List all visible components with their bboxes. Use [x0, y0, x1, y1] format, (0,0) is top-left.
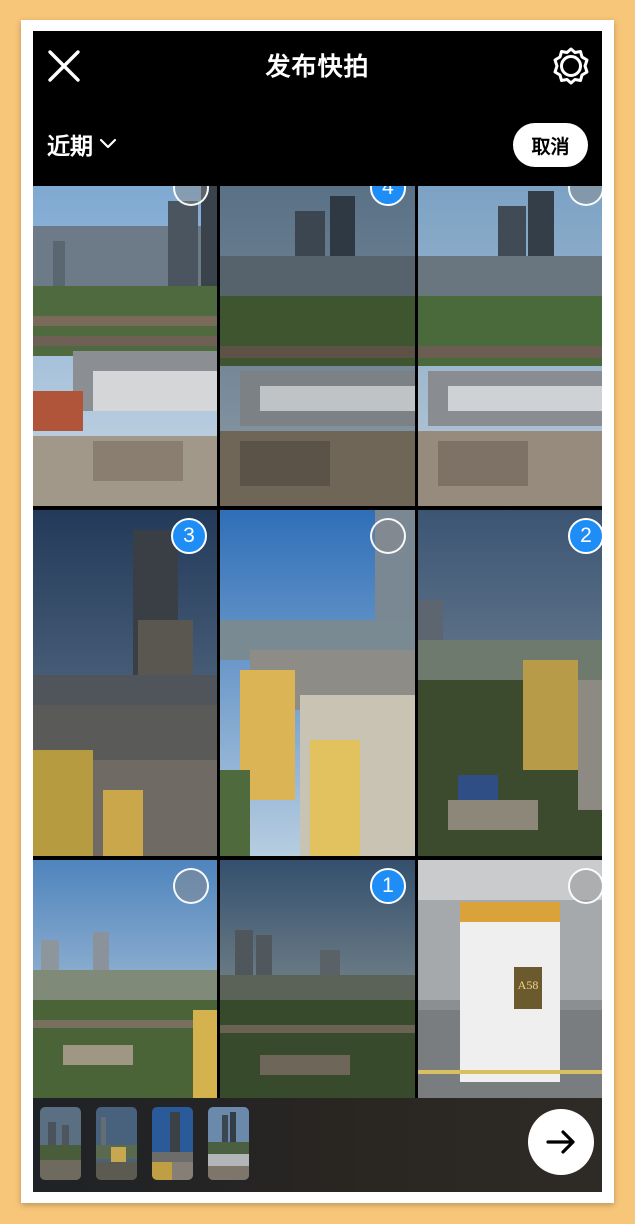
photo-city-skyline-3[interactable] [418, 186, 602, 506]
selection-badge[interactable]: 2 [568, 518, 602, 554]
chevron-down-icon [99, 138, 117, 149]
photo-tower-mall-1[interactable]: 3 [33, 510, 217, 856]
thumbnail-image [40, 1107, 81, 1180]
selected-thumbnail[interactable] [40, 1107, 81, 1180]
photo-grid: 4 3 2 1 A58 [33, 186, 602, 1098]
album-selector[interactable]: 近期 [47, 127, 117, 161]
thumbnail-image [152, 1107, 193, 1180]
album-label: 近期 [47, 134, 93, 160]
selected-thumbnail[interactable] [208, 1107, 249, 1180]
selected-tray [33, 1098, 602, 1192]
arrow-right-icon [546, 1130, 575, 1154]
parking-sign: A58 [518, 978, 539, 992]
album-bar: 近期 取消 [33, 119, 602, 179]
selected-thumbnail[interactable] [96, 1107, 137, 1180]
photo-city-view-1[interactable] [33, 860, 217, 1098]
photo-mall-park[interactable]: 2 [418, 510, 602, 856]
selection-circle[interactable] [370, 518, 406, 554]
photo-image [220, 186, 415, 506]
top-bar: 发布快拍 [33, 31, 602, 101]
next-button[interactable] [528, 1109, 594, 1175]
photo-parking-garage[interactable]: A58 [418, 860, 602, 1098]
selection-circle[interactable] [173, 868, 209, 904]
cancel-button[interactable]: 取消 [513, 123, 588, 167]
photo-city-view-2[interactable]: 1 [220, 860, 415, 1098]
photo-city-skyline-1[interactable] [33, 186, 217, 506]
photo-image [33, 510, 217, 856]
selection-badge[interactable]: 3 [171, 518, 207, 554]
photo-image [33, 186, 217, 506]
story-photo-picker: 发布快拍 近期 取消 4 3 2 1 A58 [33, 31, 602, 1192]
photo-image [418, 186, 602, 506]
settings-button[interactable] [551, 46, 591, 86]
selected-thumbnail[interactable] [152, 1107, 193, 1180]
thumbnail-image [208, 1107, 249, 1180]
gear-icon [553, 47, 589, 85]
photo-city-skyline-2[interactable]: 4 [220, 186, 415, 506]
photo-tower-mall-2[interactable] [220, 510, 415, 856]
photo-image [220, 510, 415, 856]
selection-badge[interactable]: 1 [370, 868, 406, 904]
page-title: 发布快拍 [265, 52, 370, 81]
selection-circle[interactable] [568, 868, 602, 904]
photo-image [418, 510, 602, 856]
thumbnail-image [96, 1107, 137, 1180]
